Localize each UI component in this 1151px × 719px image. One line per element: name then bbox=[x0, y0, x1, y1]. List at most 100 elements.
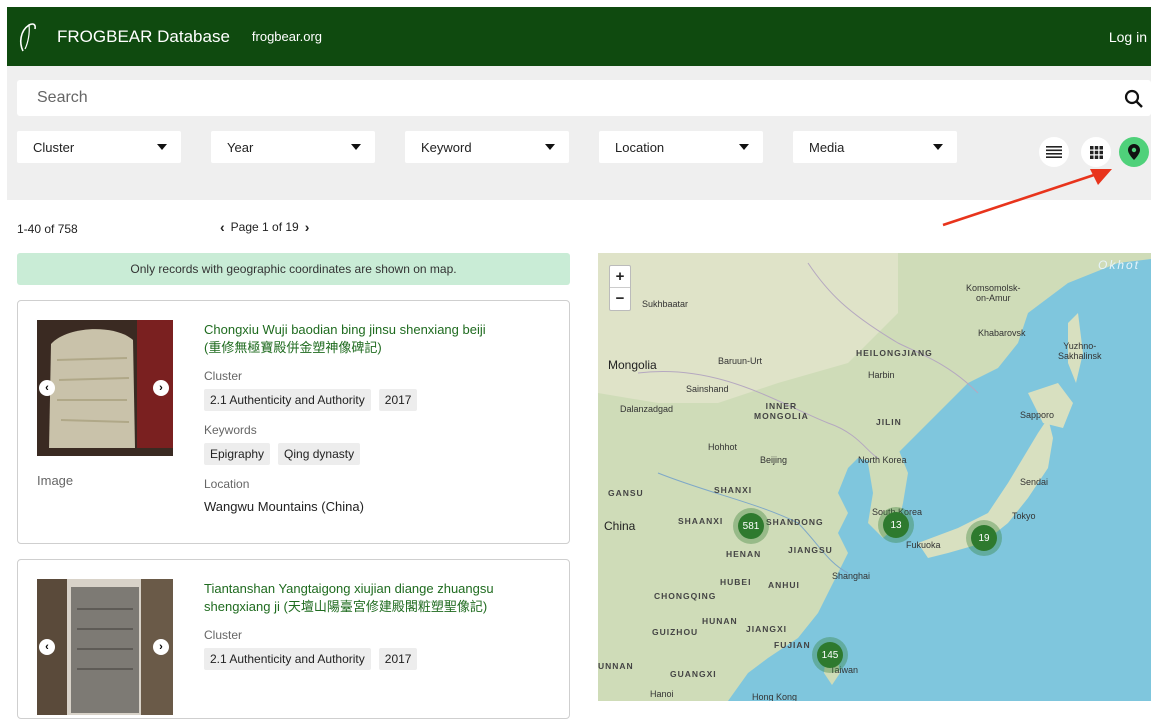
map-label: Yuzhno- Sakhalinsk bbox=[1058, 341, 1102, 361]
cluster-label: Cluster bbox=[204, 628, 243, 642]
map-label: SHANXI bbox=[714, 485, 753, 495]
chevron-down-icon bbox=[545, 144, 555, 150]
map-label: Hanoi bbox=[650, 689, 674, 699]
map-label: CHONGQING bbox=[654, 591, 717, 601]
map-label: Sainshand bbox=[686, 384, 729, 394]
next-image-button[interactable]: › bbox=[153, 639, 169, 655]
media-dropdown-label: Media bbox=[809, 140, 845, 155]
map-label: GANSU bbox=[608, 488, 644, 498]
record-title[interactable]: Tiantanshan Yangtaigong xiujian diange z… bbox=[204, 580, 494, 616]
location-dropdown-label: Location bbox=[615, 140, 665, 155]
chevron-down-icon bbox=[739, 144, 749, 150]
zoom-in-button[interactable]: + bbox=[610, 266, 630, 288]
map-label: ANHUI bbox=[768, 580, 800, 590]
grid-view-button[interactable] bbox=[1081, 137, 1111, 167]
map-label: Fukuoka bbox=[906, 540, 941, 550]
keyword-dropdown-label: Keyword bbox=[421, 140, 472, 155]
next-image-button[interactable]: › bbox=[153, 380, 169, 396]
cluster-dropdown[interactable]: Cluster bbox=[17, 131, 181, 163]
site-link[interactable]: frogbear.org bbox=[252, 29, 322, 44]
chevron-down-icon bbox=[351, 144, 361, 150]
search-icon[interactable] bbox=[1123, 88, 1145, 110]
cluster-dropdown-label: Cluster bbox=[33, 140, 75, 155]
map-label: HEILONGJIANG bbox=[856, 348, 933, 358]
cluster-count: 145 bbox=[817, 642, 843, 668]
map-cluster-marker[interactable]: 145 bbox=[812, 637, 848, 673]
record-thumbnail[interactable]: ‹ › bbox=[37, 579, 173, 715]
map-label: UNNAN bbox=[598, 661, 634, 671]
map-cluster-marker[interactable]: 13 bbox=[878, 507, 914, 543]
map-label: Beijing bbox=[760, 455, 788, 465]
record-thumbnail[interactable]: ‹ › bbox=[37, 320, 173, 456]
map-label: SHANDONG bbox=[766, 517, 824, 527]
map-label: China bbox=[604, 519, 636, 533]
cluster-tag[interactable]: 2.1 Authenticity and Authority bbox=[204, 648, 371, 670]
map-label: JIANGSU bbox=[788, 545, 833, 555]
year-tag[interactable]: 2017 bbox=[378, 389, 418, 411]
cluster-label: Cluster bbox=[204, 369, 243, 383]
map-label: Dalanzadgad bbox=[620, 404, 674, 414]
page-indicator: Page 1 of 19 bbox=[230, 220, 299, 234]
map-view-button[interactable] bbox=[1119, 137, 1149, 167]
keyword-tag[interactable]: Qing dynasty bbox=[278, 443, 361, 465]
record-card[interactable]: ‹ › Image Chongxiu Wuji baodian bing jin… bbox=[17, 300, 570, 544]
zoom-out-button[interactable]: − bbox=[610, 288, 630, 310]
map-label: HUBEI bbox=[720, 577, 752, 587]
cluster-count: 581 bbox=[738, 513, 764, 539]
map-label: GUANGXI bbox=[670, 669, 717, 679]
map-label: Mongolia bbox=[608, 358, 657, 372]
map-cluster-marker[interactable]: 19 bbox=[966, 520, 1002, 556]
map-pin-icon bbox=[1128, 144, 1140, 160]
top-bar: FROGBEAR Database frogbear.org Log in bbox=[7, 7, 1151, 66]
frogbear-logo-icon[interactable] bbox=[17, 21, 39, 53]
map-label: JILIN bbox=[876, 417, 902, 427]
year-tag[interactable]: 2017 bbox=[378, 648, 418, 670]
list-icon bbox=[1046, 146, 1062, 158]
grid-icon bbox=[1089, 145, 1103, 159]
keywords-label: Keywords bbox=[204, 423, 257, 437]
cluster-count: 19 bbox=[971, 525, 997, 551]
map-label: JIANGXI bbox=[746, 624, 788, 634]
map-label: Komsomolsk- on-Amur bbox=[966, 283, 1021, 303]
list-view-button[interactable] bbox=[1039, 137, 1069, 167]
record-card[interactable]: ‹ › Tiantanshan Yangtaigong xiujian dian… bbox=[17, 559, 570, 719]
map-label: GUIZHOU bbox=[652, 627, 699, 637]
map-label: HUNAN bbox=[702, 616, 738, 626]
image-label: Image bbox=[37, 473, 74, 488]
location-dropdown[interactable]: Location bbox=[599, 131, 763, 163]
map-label: North Korea bbox=[858, 455, 907, 465]
results-map[interactable]: + − Okhot Komsomolsk- on-Amur Sukhbaatar… bbox=[598, 253, 1151, 701]
annotation-arrow-icon bbox=[942, 169, 1112, 227]
keyword-dropdown[interactable]: Keyword bbox=[405, 131, 569, 163]
chevron-right-icon[interactable]: › bbox=[305, 219, 310, 235]
map-label: Baruun-Urt bbox=[718, 356, 763, 366]
map-label: Sapporo bbox=[1020, 410, 1055, 420]
prev-image-button[interactable]: ‹ bbox=[39, 380, 55, 396]
map-notice: Only records with geographic coordinates… bbox=[17, 253, 570, 285]
map-label: Hohhot bbox=[708, 442, 738, 452]
cluster-tag[interactable]: 2.1 Authenticity and Authority bbox=[204, 389, 371, 411]
login-link[interactable]: Log in bbox=[1109, 29, 1147, 45]
prev-image-button[interactable]: ‹ bbox=[39, 639, 55, 655]
year-dropdown-label: Year bbox=[227, 140, 254, 155]
map-cluster-marker[interactable]: 581 bbox=[733, 508, 769, 544]
record-title[interactable]: Chongxiu Wuji baodian bing jinsu shenxia… bbox=[204, 321, 494, 357]
map-label: FUJIAN bbox=[774, 640, 811, 650]
media-dropdown[interactable]: Media bbox=[793, 131, 957, 163]
location-label: Location bbox=[204, 477, 250, 491]
map-label: Shanghai bbox=[832, 571, 871, 581]
map-label: Okhot bbox=[1098, 258, 1141, 272]
keyword-tag[interactable]: Epigraphy bbox=[204, 443, 271, 465]
chevron-down-icon bbox=[157, 144, 167, 150]
map-label: Khabarovsk bbox=[978, 328, 1026, 338]
map-label: Sendai bbox=[1020, 477, 1049, 487]
brand-title[interactable]: FROGBEAR Database bbox=[57, 27, 230, 47]
pagination: ‹ Page 1 of 19 › bbox=[220, 219, 309, 235]
result-count: 1-40 of 758 bbox=[17, 222, 78, 236]
search-placeholder: Search bbox=[37, 89, 88, 106]
year-dropdown[interactable]: Year bbox=[211, 131, 375, 163]
chevron-left-icon[interactable]: ‹ bbox=[220, 219, 225, 235]
map-label: SHAANXI bbox=[678, 516, 724, 526]
search-input[interactable]: Search bbox=[17, 80, 1151, 116]
map-label: Sukhbaatar bbox=[642, 299, 689, 309]
